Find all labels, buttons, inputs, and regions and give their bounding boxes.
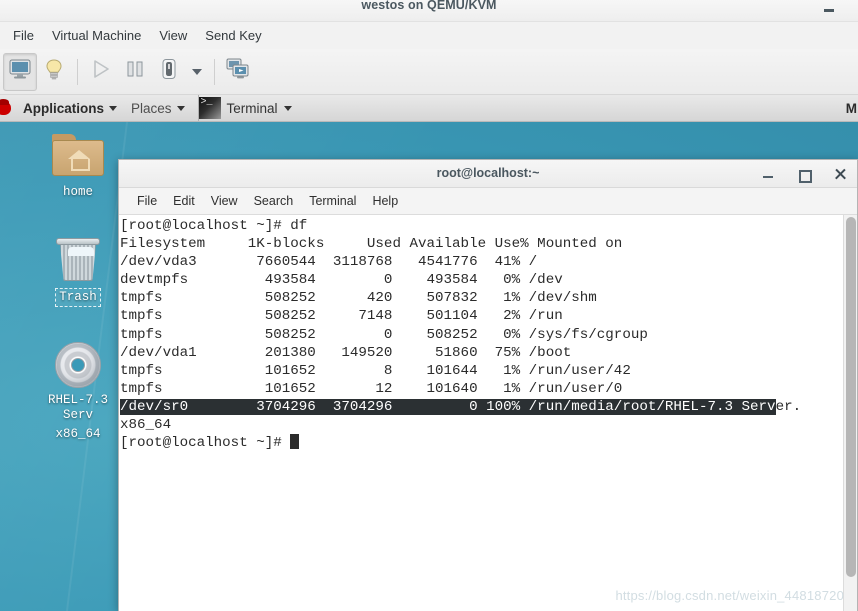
- terminal-line-text: devtmpfs 493584 0 493584 0% /dev: [120, 272, 563, 289]
- toolbar-separator-2: [214, 58, 215, 85]
- terminal-line: tmpfs 101652 12 101640 1% /run/user/0: [120, 380, 837, 398]
- vm-minimize-button[interactable]: [822, 5, 836, 17]
- terminal-menu-view[interactable]: View: [203, 191, 246, 211]
- redhat-logo-icon: [0, 98, 16, 118]
- pause-button[interactable]: [118, 53, 152, 91]
- snapshots-button[interactable]: [221, 53, 255, 91]
- terminal-line-text: /dev/vda3 7660544 3118768 4541776 41% /: [120, 254, 538, 271]
- terminal-window: root@localhost:~ File Edit View Search T…: [118, 159, 858, 611]
- watermark: https://blog.csdn.net/weixin_44818720: [615, 588, 844, 603]
- terminal-line: /dev/sr0 3704296 3704296 0 100% /run/med…: [120, 398, 837, 416]
- terminal-selected-text: /dev/sr0 3704296 3704296 0 100% /run/med…: [120, 398, 776, 415]
- chevron-down-icon: [176, 105, 185, 111]
- terminal-cursor: [290, 434, 299, 450]
- applications-menu[interactable]: Applications: [16, 97, 124, 120]
- terminal-line-text: tmpfs 101652 12 101640 1% /run/user/0: [120, 380, 623, 397]
- desktop-icon-trash[interactable]: Trash: [30, 235, 126, 307]
- terminal-maximize-button[interactable]: [797, 167, 812, 183]
- terminal-close-button[interactable]: [833, 167, 847, 181]
- terminal-line: devtmpfs 493584 0 493584 0% /dev: [120, 271, 837, 289]
- terminal-line-text: [root@localhost ~]#: [120, 435, 291, 452]
- terminal-line: [root@localhost ~]# df: [120, 217, 837, 235]
- terminal-line: Filesystem 1K-blocks Used Available Use%…: [120, 235, 837, 253]
- desktop-icon-cdrom-label: RHEL-7.3 Serv: [47, 393, 108, 422]
- terminal-line: x86_64: [120, 416, 837, 434]
- desktop-icon-cdrom[interactable]: RHEL-7.3 Serv x86_64: [30, 340, 126, 443]
- guest-screen: Applications Places Terminal M: [0, 95, 858, 611]
- desktop-icon-cdrom-label2: x86_64: [55, 427, 101, 441]
- terminal-line-text: tmpfs 508252 420 507832 1% /dev/shm: [120, 290, 597, 307]
- places-menu-label: Places: [131, 100, 172, 116]
- terminal-menu-file[interactable]: File: [129, 191, 165, 211]
- lightbulb-icon: [44, 58, 64, 85]
- terminal-line-text: tmpfs 101652 8 101644 1% /run/user/42: [120, 362, 631, 379]
- desktop[interactable]: home Trash RHEL-7.3 Serv x86_64 root@loc…: [0, 122, 858, 611]
- terminal-menu-edit[interactable]: Edit: [165, 191, 203, 211]
- gnome-top-panel: Applications Places Terminal M: [0, 95, 858, 122]
- desktop-icon-home[interactable]: home: [30, 130, 126, 201]
- console-view-button[interactable]: [3, 52, 37, 91]
- shutdown-button[interactable]: [152, 53, 186, 91]
- vm-menu-send-key[interactable]: Send Key: [196, 25, 270, 46]
- screen-root: westos on QEMU/KVM File Virtual Machine …: [0, 0, 858, 611]
- terminal-line-text: tmpfs 508252 0 508252 0% /sys/fs/cgroup: [120, 326, 648, 343]
- terminal-menu-help[interactable]: Help: [364, 191, 406, 211]
- terminal-line-text: [root@localhost ~]# df: [120, 218, 308, 234]
- terminal-line: tmpfs 508252 420 507832 1% /dev/shm: [120, 289, 837, 307]
- terminal-line-text: er.: [775, 398, 802, 415]
- desktop-icon-home-label: home: [62, 185, 93, 199]
- terminal-output[interactable]: [root@localhost ~]# df Filesystem 1K-bloc…: [120, 217, 837, 452]
- vm-window-titlebar: westos on QEMU/KVM: [0, 0, 858, 22]
- vm-menubar: File Virtual Machine View Send Key: [0, 22, 858, 49]
- terminal-scrollbar-thumb[interactable]: [846, 217, 856, 577]
- folder-home-icon: [30, 130, 126, 182]
- terminal-icon: [198, 97, 221, 119]
- toolbar-separator-1: [77, 58, 78, 85]
- shutdown-dropdown-arrow[interactable]: [186, 53, 208, 91]
- terminal-line-text: Filesystem 1K-blocks Used Available Use%…: [120, 236, 623, 253]
- taskbar-window-label: Terminal: [226, 100, 278, 116]
- terminal-window-title: root@localhost:~: [436, 166, 540, 180]
- terminal-minimize-button[interactable]: [761, 167, 775, 181]
- chevron-down-icon: [283, 105, 292, 111]
- monitor-icon: [9, 59, 31, 84]
- terminal-line: /dev/vda1 201380 149520 51860 75% /boot: [120, 344, 837, 362]
- terminal-line: /dev/vda3 7660544 3118768 4541776 41% /: [120, 253, 837, 271]
- snapshots-icon: [226, 58, 250, 85]
- terminal-line: tmpfs 508252 7148 501104 2% /run: [120, 307, 837, 325]
- terminal-line: [root@localhost ~]#: [120, 434, 837, 452]
- terminal-window-controls: [761, 160, 847, 188]
- vm-toolbar: [0, 49, 858, 95]
- terminal-menu-terminal[interactable]: Terminal: [301, 191, 364, 211]
- chevron-down-icon: [109, 105, 118, 111]
- vm-menu-file[interactable]: File: [4, 25, 43, 46]
- terminal-titlebar: root@localhost:~: [119, 160, 857, 188]
- terminal-line-text: x86_64: [120, 417, 172, 434]
- trash-icon: [30, 235, 126, 287]
- terminal-menubar: File Edit View Search Terminal Help: [119, 188, 857, 215]
- vm-window-title: westos on QEMU/KVM: [361, 0, 497, 12]
- places-menu[interactable]: Places: [124, 97, 192, 120]
- applications-menu-label: Applications: [23, 100, 105, 116]
- terminal-scrollbar[interactable]: [843, 215, 857, 611]
- vm-menu-virtual-machine[interactable]: Virtual Machine: [43, 25, 150, 46]
- pause-icon: [126, 59, 144, 84]
- desktop-icon-trash-label: Trash: [55, 288, 101, 307]
- terminal-line: tmpfs 101652 8 101644 1% /run/user/42: [120, 362, 837, 380]
- details-view-button[interactable]: [37, 53, 71, 91]
- cdrom-disc-icon: [30, 340, 126, 392]
- run-button[interactable]: [84, 53, 118, 91]
- terminal-line-text: tmpfs 508252 7148 501104 2% /run: [120, 308, 563, 325]
- play-icon: [91, 59, 111, 84]
- terminal-line-text: /dev/vda1 201380 149520 51860 75% /boot: [120, 344, 572, 361]
- panel-clock[interactable]: M: [846, 101, 858, 116]
- terminal-menu-search[interactable]: Search: [246, 191, 302, 211]
- terminal-body[interactable]: [root@localhost ~]# df Filesystem 1K-bloc…: [119, 215, 857, 611]
- power-switch-icon: [159, 58, 179, 85]
- taskbar-window-terminal[interactable]: Terminal: [197, 95, 300, 121]
- terminal-line: tmpfs 508252 0 508252 0% /sys/fs/cgroup: [120, 326, 837, 344]
- vm-menu-view[interactable]: View: [150, 25, 196, 46]
